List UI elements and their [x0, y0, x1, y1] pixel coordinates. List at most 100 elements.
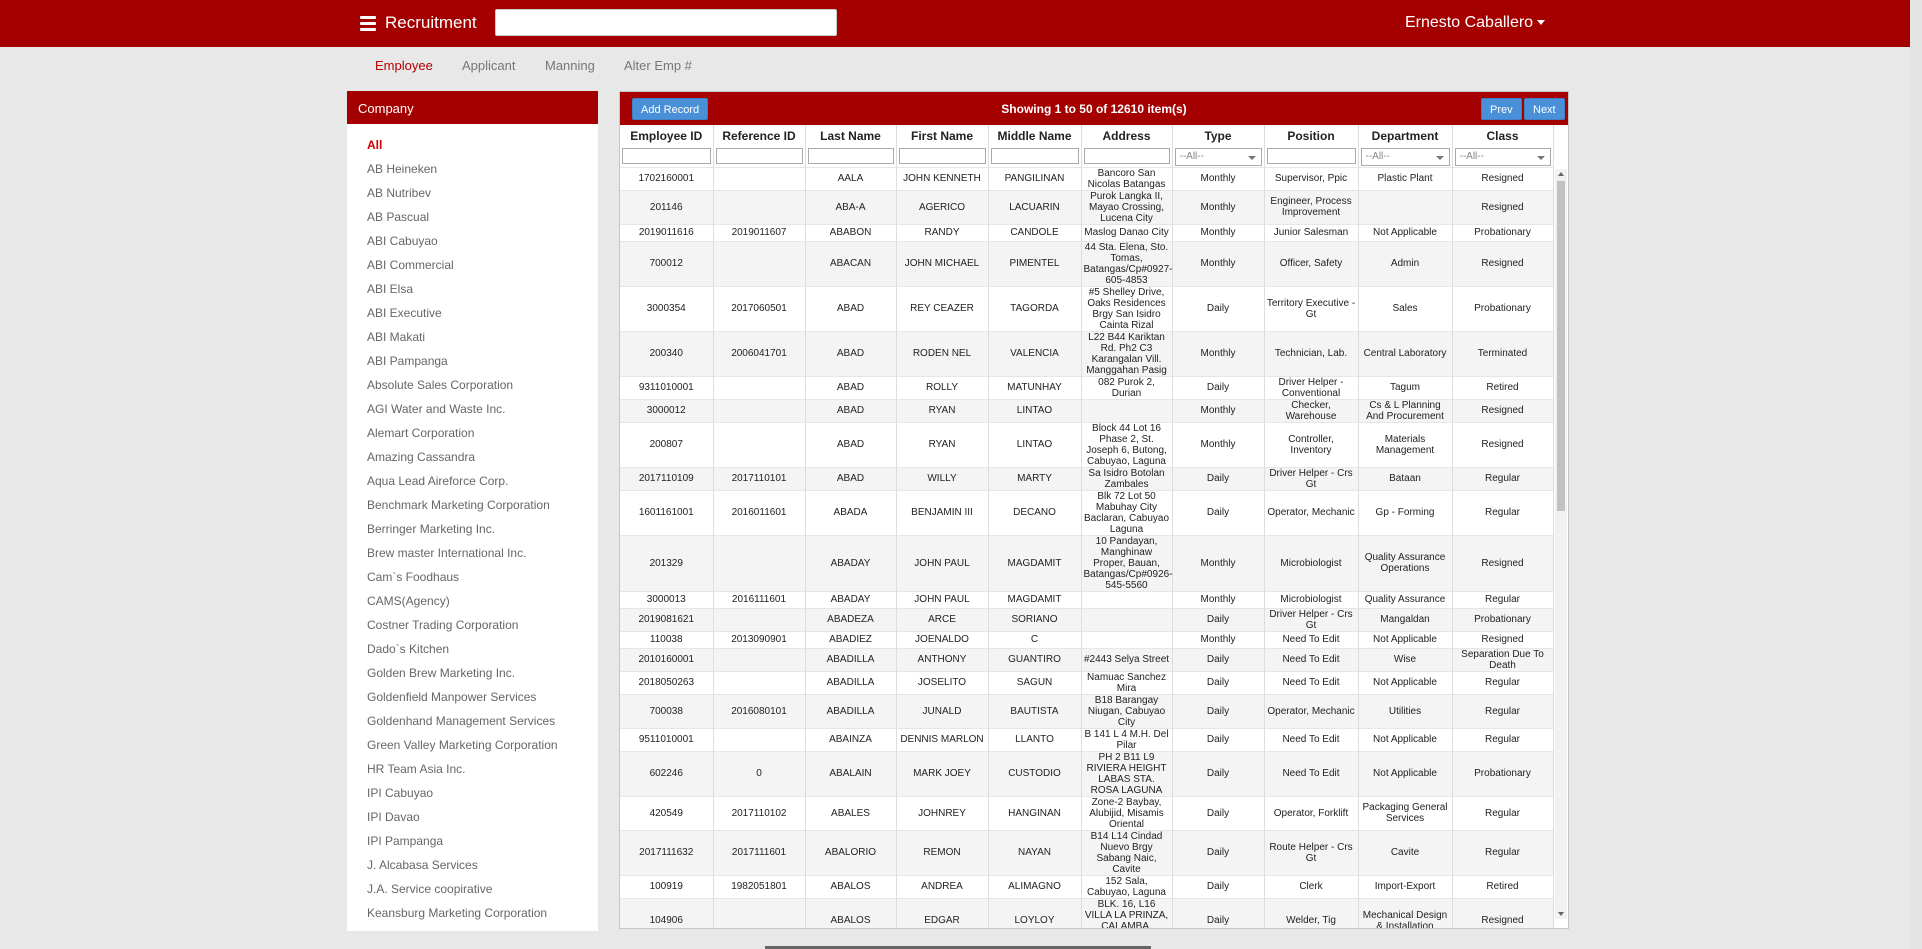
- table-row[interactable]: 3000354 2017060501 ABAD REY CEAZER TAGORDA #5…: [620, 285, 1554, 331]
- tab-applicant[interactable]: Applicant: [462, 58, 515, 73]
- table-row[interactable]: 2019081621 ABADEZA ARCE SORIANO Daily Driver …: [620, 607, 1554, 631]
- tab-alter-emp[interactable]: Alter Emp #: [624, 58, 692, 73]
- table-cell: DENNIS MARLON: [896, 727, 989, 751]
- table-cell: Retired: [1452, 874, 1554, 898]
- filter-first-name[interactable]: [898, 148, 986, 165]
- table-cell: Monthly: [1172, 330, 1265, 376]
- company-item[interactable]: IPI Cabuyao: [367, 786, 598, 810]
- table-row[interactable]: 104906 ABALOS EDGAR LOYLOY BLK. 16, L16 VILL…: [620, 897, 1554, 928]
- tab-employee[interactable]: Employee: [375, 58, 433, 73]
- table-cell: Cs & L Planning And Procurement: [1358, 398, 1453, 422]
- company-item[interactable]: ABI Executive: [367, 306, 598, 330]
- company-item[interactable]: Golden Brew Marketing Inc.: [367, 666, 598, 690]
- column-header[interactable]: Last Name: [805, 125, 897, 147]
- table-cell: Probationary: [1452, 750, 1554, 796]
- company-item[interactable]: Alemart Corporation: [367, 426, 598, 450]
- company-item[interactable]: ABI Elsa: [367, 282, 598, 306]
- company-item[interactable]: Aqua Lead Aireforce Corp.: [367, 474, 598, 498]
- table-row[interactable]: 602246 0 ABALAIN MARK JOEY CUSTODIO PH 2 B11 …: [620, 750, 1554, 796]
- company-item[interactable]: HR Team Asia Inc.: [367, 762, 598, 786]
- company-item[interactable]: AB Pascual: [367, 210, 598, 234]
- company-item[interactable]: Brew master International Inc.: [367, 546, 598, 570]
- table-cell: 9511010001: [620, 727, 714, 751]
- company-item[interactable]: ABI Makati: [367, 330, 598, 354]
- filter-last-name[interactable]: [807, 148, 894, 165]
- filter-position[interactable]: [1266, 148, 1356, 165]
- table-row[interactable]: 2018050263 ABADILLA JOSELITO SAGUN Namuac Sa…: [620, 670, 1554, 694]
- column-header[interactable]: Reference ID: [713, 125, 806, 147]
- hamburger-menu-icon[interactable]: [360, 16, 376, 32]
- table-row[interactable]: 1601161001 2016011601 ABADA BENJAMIN III DEC…: [620, 489, 1554, 535]
- column-header[interactable]: Employee ID: [620, 125, 714, 147]
- scroll-up-icon[interactable]: [1558, 172, 1564, 176]
- tab-manning[interactable]: Manning: [545, 58, 595, 73]
- company-item[interactable]: AGI Water and Waste Inc.: [367, 402, 598, 426]
- table-row[interactable]: 1702160001 AALA JOHN KENNETH PANGILINAN Banc…: [620, 166, 1554, 190]
- table-row[interactable]: 420549 2017110102 ABALES JOHNREY HANGINAN Zon…: [620, 795, 1554, 830]
- prev-button[interactable]: Prev: [1481, 98, 1522, 120]
- company-item[interactable]: Cam`s Foodhaus: [367, 570, 598, 594]
- filter-reference-id[interactable]: [715, 148, 803, 165]
- table-row[interactable]: 3000012 ABAD RYAN LINTAO Monthly Checker, War…: [620, 398, 1554, 422]
- table-cell: 201146: [620, 189, 714, 224]
- company-item[interactable]: IPI Pampanga: [367, 834, 598, 858]
- user-menu[interactable]: Ernesto Caballero: [1405, 14, 1546, 32]
- search-input[interactable]: [495, 9, 837, 36]
- table-row[interactable]: 200807 ABAD RYAN LINTAO Block 44 Lot 16 Phas…: [620, 421, 1554, 467]
- table-row[interactable]: 2019011616 2019011607 ABABON RANDY CANDOLE Ma…: [620, 223, 1554, 241]
- table-scrollbar[interactable]: [1555, 169, 1567, 919]
- table-row[interactable]: 110038 2013090901 ABADIEZ JOENALDO C Monthly N…: [620, 630, 1554, 648]
- table-row[interactable]: 100919 1982051801 ABALOS ANDREA ALIMAGNO 152 …: [620, 874, 1554, 898]
- scroll-thumb[interactable]: [1557, 181, 1565, 511]
- column-header[interactable]: Position: [1264, 125, 1359, 147]
- company-item[interactable]: CAMS(Agency): [367, 594, 598, 618]
- table-row[interactable]: 200340 2006041701 ABAD RODEN NEL VALENCIA L22…: [620, 330, 1554, 376]
- table-row[interactable]: 9311010001 ABAD ROLLY MATUNHAY 082 Purok 2, …: [620, 375, 1554, 399]
- company-item[interactable]: Costner Trading Corporation: [367, 618, 598, 642]
- filter-middle-name[interactable]: [990, 148, 1079, 165]
- company-item[interactable]: ABI Cabuyao: [367, 234, 598, 258]
- company-item[interactable]: Keansburg Marketing Corporation: [367, 906, 598, 930]
- company-item[interactable]: Green Valley Marketing Corporation: [367, 738, 598, 762]
- company-item[interactable]: Benchmark Marketing Corporation: [367, 498, 598, 522]
- column-header[interactable]: Department: [1358, 125, 1453, 147]
- company-item[interactable]: ABI Pampanga: [367, 354, 598, 378]
- company-item[interactable]: Goldenfield Manpower Services: [367, 690, 598, 714]
- company-item[interactable]: All: [367, 138, 598, 162]
- company-item[interactable]: J. Alcabasa Services: [367, 858, 598, 882]
- table-cell: Packaging General Services: [1358, 795, 1453, 830]
- filter-employee-id[interactable]: [622, 148, 711, 165]
- filter-address[interactable]: [1083, 148, 1170, 165]
- page-scrollbar[interactable]: [1910, 0, 1922, 949]
- company-item[interactable]: ABI Commercial: [367, 258, 598, 282]
- filter-class-select[interactable]: --All--: [1454, 147, 1551, 166]
- company-item[interactable]: IPI Davao: [367, 810, 598, 834]
- company-item[interactable]: Berringer Marketing Inc.: [367, 522, 598, 546]
- column-header[interactable]: Address: [1081, 125, 1173, 147]
- company-item[interactable]: Absolute Sales Corporation: [367, 378, 598, 402]
- next-button[interactable]: Next: [1524, 98, 1565, 120]
- table-row[interactable]: 700012 ABACAN JOHN MICHAEL PIMENTEL 44 Sta. …: [620, 240, 1554, 286]
- company-item[interactable]: Goldenhand Management Services: [367, 714, 598, 738]
- column-header[interactable]: First Name: [896, 125, 989, 147]
- column-header[interactable]: Middle Name: [988, 125, 1082, 147]
- table-row[interactable]: 2017110109 2017110101 ABAD WILLY MARTY Sa Isi…: [620, 466, 1554, 490]
- company-item[interactable]: AB Nutribev: [367, 186, 598, 210]
- table-cell: 1601161001: [620, 489, 714, 535]
- table-row[interactable]: 2010160001 ABADILLA ANTHONY GUANTIRO #2443 S…: [620, 647, 1554, 671]
- table-row[interactable]: 2017111632 2017111601 ABALORIO REMON NAYAN B1…: [620, 829, 1554, 875]
- filter-department-select[interactable]: --All--: [1360, 147, 1450, 166]
- company-item[interactable]: Dado`s Kitchen: [367, 642, 598, 666]
- column-header[interactable]: Class: [1452, 125, 1554, 147]
- column-header[interactable]: Type: [1172, 125, 1265, 147]
- company-item[interactable]: Amazing Cassandra: [367, 450, 598, 474]
- table-row[interactable]: 201146 ABA-A AGERICO LACUARIN Purok Langka I…: [620, 189, 1554, 224]
- table-row[interactable]: 9511010001 ABAINZA DENNIS MARLON LLANTO B 14…: [620, 727, 1554, 751]
- table-row[interactable]: 201329 ABADAY JOHN PAUL MAGDAMIT 10 Pandayan…: [620, 534, 1554, 591]
- company-item[interactable]: AB Heineken: [367, 162, 598, 186]
- company-item[interactable]: J.A. Service coopirative: [367, 882, 598, 906]
- filter-type-select[interactable]: --All--: [1174, 147, 1262, 166]
- scroll-down-icon[interactable]: [1558, 912, 1564, 916]
- table-row[interactable]: 3000013 2016111601 ABADAY JOHN PAUL MAGDAMIT…: [620, 590, 1554, 608]
- table-row[interactable]: 700038 2016080101 ABADILLA JUNALD BAUTISTA B1…: [620, 693, 1554, 728]
